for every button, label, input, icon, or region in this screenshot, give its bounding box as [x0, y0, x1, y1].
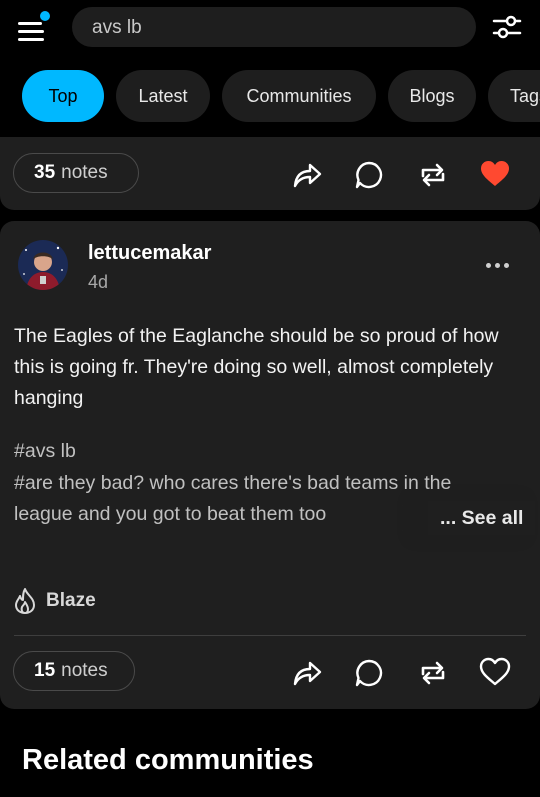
blaze-button[interactable]: Blaze [12, 587, 96, 615]
tab-latest[interactable]: Latest [116, 70, 210, 122]
tab-tags[interactable]: Tags [488, 70, 540, 122]
notes-button[interactable]: 35 notes [13, 153, 139, 193]
notes-count: 15 [34, 660, 56, 681]
menu-icon[interactable] [18, 9, 54, 46]
tag-item[interactable]: #avs lb [14, 436, 514, 468]
post-body: The Eagles of the Eaglanche should be so… [14, 325, 499, 409]
top-bar: avs lb [0, 0, 540, 60]
notes-label: notes [61, 660, 108, 681]
share-icon[interactable] [291, 159, 323, 191]
post-card: lettucemakar 4d The Eagles of the Eaglan… [0, 221, 540, 709]
search-tabs: Top Latest Communities Blogs Tags [0, 70, 540, 122]
notes-button[interactable]: 15 notes [13, 651, 135, 691]
previous-post-footer: 35 notes [0, 137, 540, 210]
notes-label: notes [61, 162, 108, 183]
post-time: 4d [88, 272, 109, 292]
tab-communities[interactable]: Communities [222, 70, 376, 122]
share-icon[interactable] [291, 657, 323, 689]
blaze-icon [15, 588, 35, 614]
blaze-label: Blaze [46, 590, 96, 611]
reply-icon[interactable] [353, 657, 385, 689]
reblog-icon[interactable] [417, 657, 449, 689]
post-author[interactable]: lettucemakar [88, 242, 211, 265]
tab-top[interactable]: Top [22, 70, 104, 122]
see-all-tags-button[interactable]: ... See all [428, 501, 536, 535]
more-icon[interactable] [484, 261, 512, 271]
notes-count: 35 [34, 162, 56, 183]
avatar[interactable] [18, 240, 68, 290]
divider [14, 635, 526, 636]
search-input[interactable]: avs lb [72, 7, 476, 47]
reply-icon[interactable] [353, 159, 385, 191]
notification-dot [38, 9, 52, 23]
tab-blogs[interactable]: Blogs [388, 70, 476, 122]
filter-icon[interactable] [492, 12, 522, 42]
related-communities-heading: Related communities [22, 744, 314, 776]
heart-icon[interactable] [479, 656, 511, 688]
reblog-icon[interactable] [417, 159, 449, 191]
heart-icon[interactable] [479, 158, 511, 190]
search-query: avs lb [92, 17, 142, 38]
